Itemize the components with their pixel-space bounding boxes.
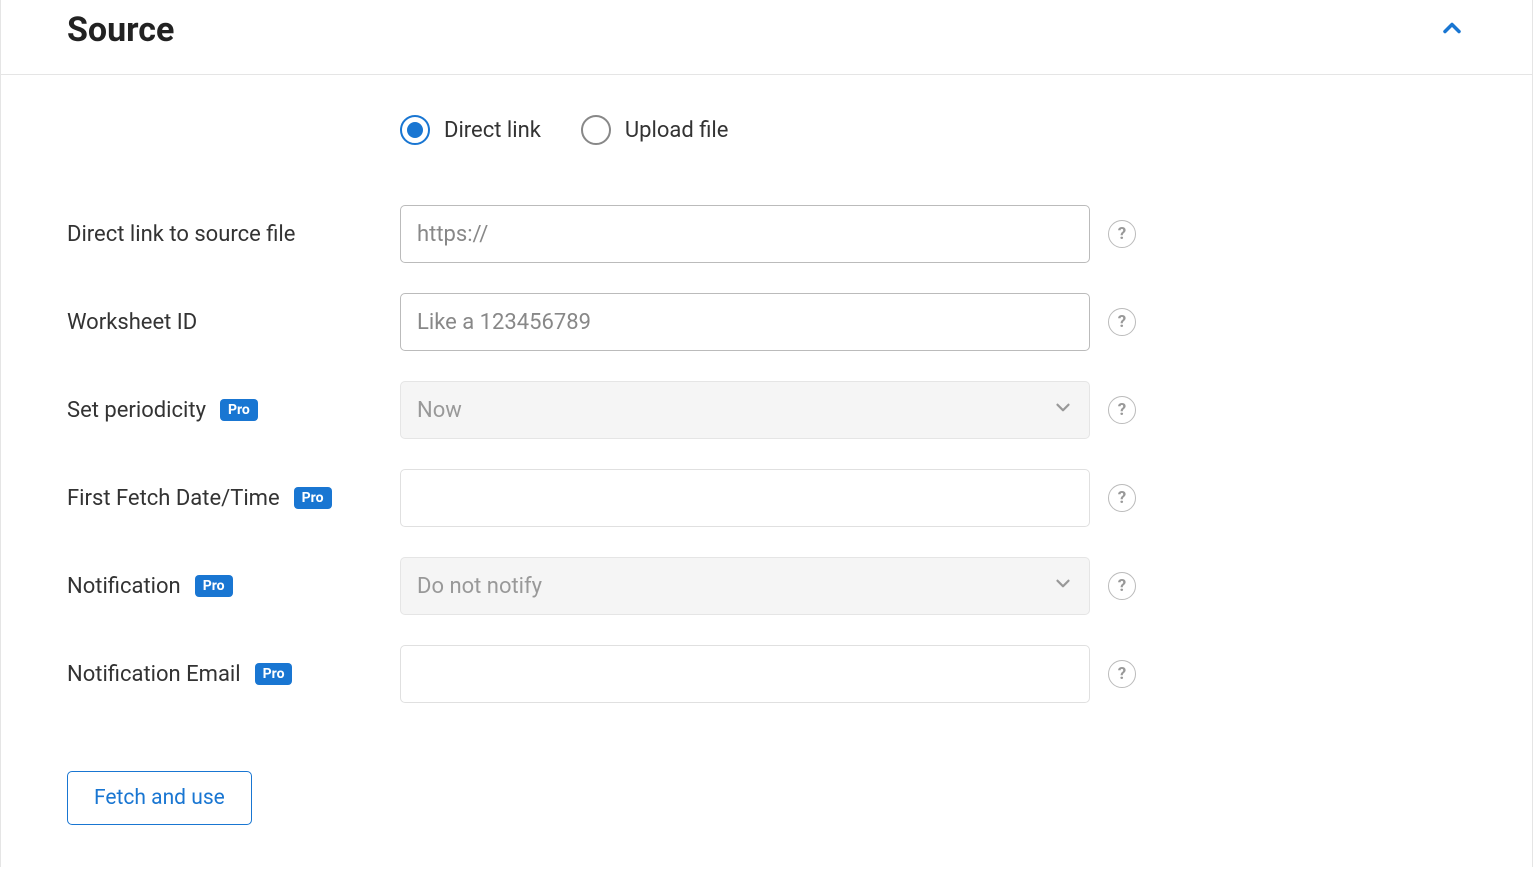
help-icon[interactable]: ? <box>1108 572 1136 600</box>
label-notification: Notification Pro <box>67 574 400 599</box>
worksheet-id-input[interactable] <box>400 293 1090 351</box>
help-icon[interactable]: ? <box>1108 220 1136 248</box>
label-periodicity: Set periodicity Pro <box>67 398 400 423</box>
row-notification-email: Notification Email Pro ? <box>67 645 1466 703</box>
radio-upload-file[interactable]: Upload file <box>581 115 729 145</box>
pro-badge: Pro <box>220 399 258 421</box>
help-icon[interactable]: ? <box>1108 396 1136 424</box>
notification-email-input[interactable] <box>400 645 1090 703</box>
row-worksheet-id: Worksheet ID ? <box>67 293 1466 351</box>
radio-direct-link[interactable]: Direct link <box>400 115 541 145</box>
label-worksheet-id: Worksheet ID <box>67 310 400 335</box>
panel-title: Source <box>67 10 174 50</box>
notification-select[interactable]: Do not notify <box>400 557 1090 615</box>
help-icon[interactable]: ? <box>1108 308 1136 336</box>
panel-header[interactable]: Source <box>1 0 1532 75</box>
radio-icon <box>400 115 430 145</box>
first-fetch-input[interactable] <box>400 469 1090 527</box>
fetch-and-use-button[interactable]: Fetch and use <box>67 771 252 825</box>
label-direct-link: Direct link to source file <box>67 222 400 247</box>
row-first-fetch: First Fetch Date/Time Pro ? <box>67 469 1466 527</box>
label-first-fetch: First Fetch Date/Time Pro <box>67 486 400 511</box>
pro-badge: Pro <box>255 663 293 685</box>
chevron-up-icon[interactable] <box>1438 14 1466 47</box>
row-periodicity: Set periodicity Pro Now ? <box>67 381 1466 439</box>
pro-badge: Pro <box>294 487 332 509</box>
source-type-radio-group: Direct link Upload file <box>400 115 1466 145</box>
pro-badge: Pro <box>195 575 233 597</box>
row-notification: Notification Pro Do not notify ? <box>67 557 1466 615</box>
direct-link-input[interactable] <box>400 205 1090 263</box>
radio-label: Direct link <box>444 118 541 143</box>
radio-label: Upload file <box>625 118 729 143</box>
radio-icon <box>581 115 611 145</box>
panel-body: Direct link Upload file Direct link to s… <box>1 75 1532 867</box>
help-icon[interactable]: ? <box>1108 660 1136 688</box>
help-icon[interactable]: ? <box>1108 484 1136 512</box>
source-panel: Source Direct link Upload file Direct li… <box>0 0 1533 867</box>
periodicity-select[interactable]: Now <box>400 381 1090 439</box>
label-notification-email: Notification Email Pro <box>67 662 400 687</box>
row-direct-link: Direct link to source file ? <box>67 205 1466 263</box>
